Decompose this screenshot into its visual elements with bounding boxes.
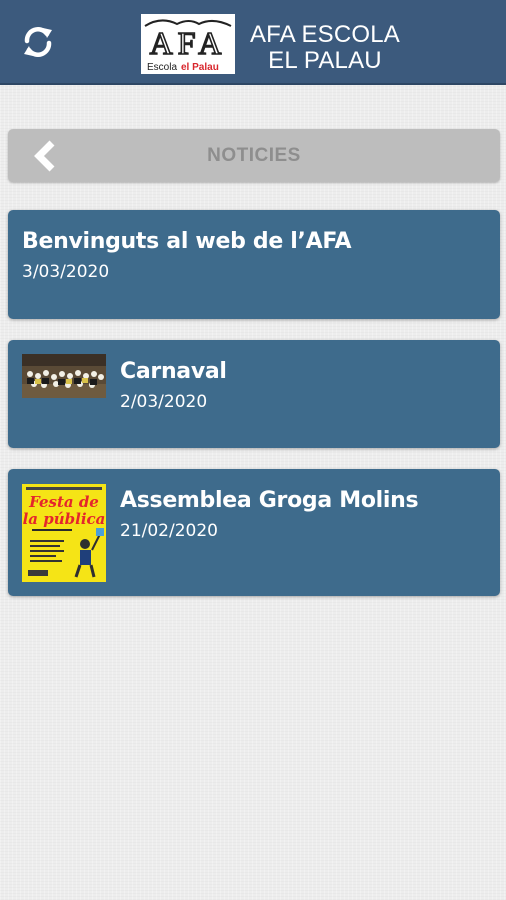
refresh-icon: [24, 27, 52, 57]
news-item-assemblea[interactable]: Festa de la pública Assemblea Groga Moli…: [8, 469, 500, 596]
app-title-line1: AFA ESCOLA: [249, 21, 401, 48]
festa-poster-thumbnail: Festa de la pública: [22, 484, 106, 582]
section-header: NOTICIES: [8, 129, 500, 182]
svg-text:el Palau: el Palau: [181, 62, 219, 73]
app-title: AFA ESCOLA EL PALAU: [240, 22, 410, 74]
refresh-button[interactable]: [18, 22, 58, 62]
news-item-carnaval[interactable]: Carnaval 2/03/2020: [8, 340, 500, 448]
news-date: 2/03/2020: [120, 392, 208, 412]
carnaval-thumbnail: [22, 354, 106, 398]
back-button[interactable]: [30, 140, 62, 172]
news-item-benvinguts[interactable]: Benvinguts al web de l’AFA 3/03/2020: [8, 210, 500, 319]
app-title-line2: EL PALAU: [268, 47, 382, 74]
news-title: Benvinguts al web de l’AFA: [22, 229, 352, 254]
svg-text:Escola: Escola: [147, 62, 177, 73]
svg-text:AFA: AFA: [150, 25, 227, 61]
news-title: Carnaval: [120, 359, 227, 384]
svg-text:la pública: la pública: [23, 510, 106, 528]
section-title: NOTICIES: [207, 145, 301, 166]
news-title: Assemblea Groga Molins: [120, 488, 419, 513]
svg-text:Festa de: Festa de: [28, 493, 99, 511]
news-date: 3/03/2020: [22, 262, 110, 282]
chevron-left-icon: [34, 140, 55, 172]
news-date: 21/02/2020: [120, 521, 218, 541]
afa-logo: AFA Escola el Palau: [141, 14, 235, 74]
app-header: AFA Escola el Palau AFA ESCOLA EL PALAU: [0, 0, 506, 85]
